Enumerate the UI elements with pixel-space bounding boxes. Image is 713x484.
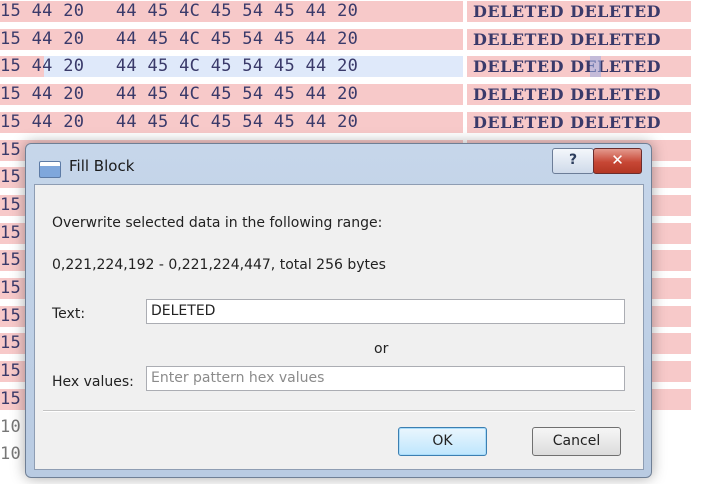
- hex-row[interactable]: 15 44 20 44 45 4C 45 54 45 44 20 DELETED …: [0, 0, 713, 22]
- hex-bytes[interactable]: 15 44 20 44 45 4C 45 54 45 44 20: [0, 111, 463, 133]
- divider: [43, 410, 635, 412]
- window-icon: [39, 161, 61, 178]
- dialog-title: Fill Block: [69, 157, 135, 175]
- hex-values-label: Hex values:: [52, 374, 134, 390]
- dialog-titlebar[interactable]: Fill Block ? ✕: [26, 144, 651, 184]
- hex-text[interactable]: DELETED DELETED: [467, 28, 691, 50]
- hex-row[interactable]: 15 44 20 44 45 4C 45 54 45 44 20 DELETED …: [0, 110, 713, 133]
- hex-bytes[interactable]: 15 44 20 44 45 4C 45 54 45 44 20: [0, 1, 463, 22]
- hex-bytes[interactable]: 15 44 20 44 45 4C 45 54 45 44 20: [0, 84, 463, 106]
- hex-values-input[interactable]: Enter pattern hex values: [146, 366, 625, 391]
- dialog-body: Overwrite selected data in the following…: [34, 184, 644, 470]
- caret: [590, 56, 601, 78]
- hex-row[interactable]: 15 44 20 44 45 4C 45 54 45 44 20 DELETED …: [0, 54, 713, 78]
- hex-text[interactable]: DELETED DELETED: [467, 56, 691, 78]
- help-button[interactable]: ?: [552, 148, 594, 174]
- hex-bytes[interactable]: 15 44 20 44 45 4C 45 54 45 44 20: [0, 28, 463, 50]
- close-button[interactable]: ✕: [593, 148, 642, 174]
- ok-button[interactable]: OK: [398, 427, 487, 456]
- hex-text[interactable]: DELETED DELETED: [467, 84, 691, 106]
- description-label: Overwrite selected data in the following…: [52, 215, 383, 231]
- or-label: or: [374, 341, 389, 357]
- hex-text[interactable]: DELETED DELETED: [467, 111, 691, 133]
- range-label: 0,221,224,192 - 0,221,224,447, total 256…: [52, 257, 386, 273]
- fill-block-dialog: Fill Block ? ✕ Overwrite selected data i…: [25, 143, 652, 478]
- hex-row[interactable]: 15 44 20 44 45 4C 45 54 45 44 20 DELETED …: [0, 27, 713, 50]
- hex-row[interactable]: 15 44 20 44 45 4C 45 54 45 44 20 DELETED …: [0, 82, 713, 106]
- hex-text[interactable]: DELETED DELETED: [467, 1, 691, 22]
- cancel-button[interactable]: Cancel: [532, 427, 621, 456]
- text-input[interactable]: DELETED: [146, 299, 625, 324]
- text-label: Text:: [52, 306, 86, 322]
- hex-bytes[interactable]: 15 44 20 44 45 4C 45 54 45 44 20: [0, 56, 463, 78]
